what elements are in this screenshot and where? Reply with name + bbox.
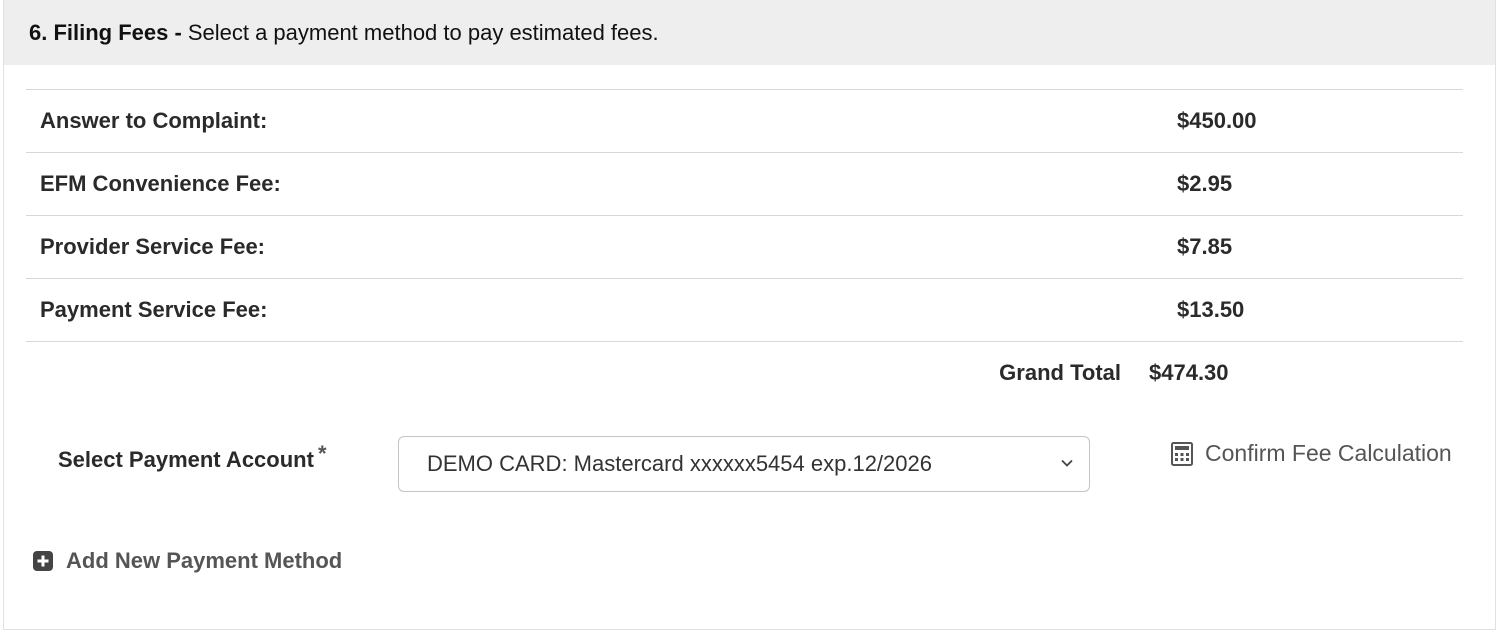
fee-label: Payment Service Fee: <box>40 297 268 322</box>
plus-square-icon <box>33 551 53 571</box>
fee-amount: $13.50 <box>1177 297 1245 322</box>
fee-row: Provider Service Fee: $7.85 <box>26 215 1463 278</box>
section-title: 6. Filing Fees - <box>29 19 182 45</box>
grand-total-row: Grand Total $474.30 <box>26 341 1463 404</box>
section-description: Select a payment method to pay estimated… <box>187 19 659 45</box>
fee-label: Answer to Complaint: <box>40 108 268 133</box>
fee-amount: $2.95 <box>1177 171 1233 196</box>
add-payment-method-label: Add New Payment Method <box>66 548 343 573</box>
fee-label: EFM Convenience Fee: <box>40 171 281 196</box>
add-payment-method-link[interactable]: Add New Payment Method <box>32 548 342 574</box>
payment-account-selected: DEMO CARD: Mastercard xxxxxx5454 exp.12/… <box>427 451 932 476</box>
chevron-down-icon <box>1061 459 1073 467</box>
panel-header: 6. Filing Fees - Select a payment method… <box>4 0 1495 65</box>
grand-total-amount: $474.30 <box>1149 360 1229 385</box>
fee-label: Provider Service Fee: <box>40 234 266 259</box>
fee-row: EFM Convenience Fee: $2.95 <box>26 152 1463 215</box>
confirm-fee-calculation-label: Confirm Fee Calculation <box>1205 440 1452 466</box>
calculator-icon <box>1171 441 1193 466</box>
fee-row: Payment Service Fee: $13.50 <box>26 278 1463 341</box>
grand-total-label: Grand Total <box>999 360 1121 385</box>
fee-table: Answer to Complaint: $450.00 EFM Conveni… <box>26 89 1463 404</box>
fee-row: Answer to Complaint: $450.00 <box>26 89 1463 152</box>
fee-amount: $7.85 <box>1177 234 1233 259</box>
payment-account-label: Select Payment Account * <box>58 441 327 473</box>
fee-amount: $450.00 <box>1177 108 1257 133</box>
required-marker: * <box>317 441 327 466</box>
payment-account-select[interactable]: DEMO CARD: Mastercard xxxxxx5454 exp.12/… <box>398 436 1090 492</box>
payment-account-label-text: Select Payment Account <box>58 447 314 472</box>
confirm-fee-calculation-link[interactable]: Confirm Fee Calculation <box>1171 440 1452 467</box>
